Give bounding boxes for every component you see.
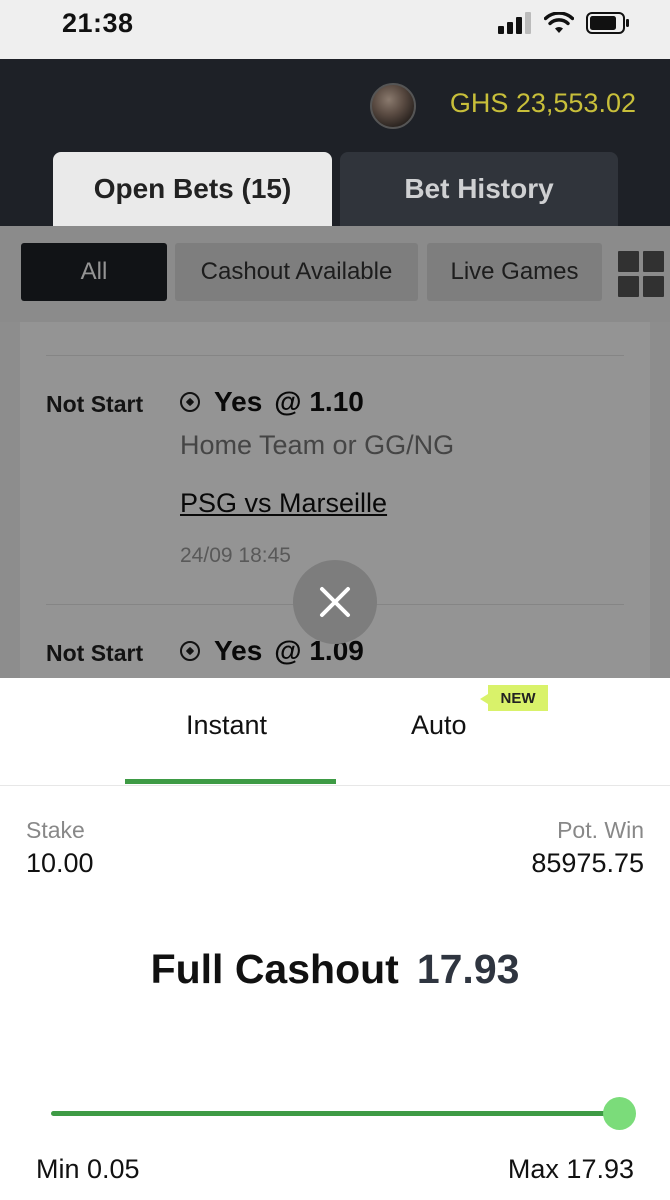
- status-time: 21:38: [62, 8, 134, 38]
- tab-open-bets[interactable]: Open Bets (15): [53, 152, 332, 226]
- slider-max-label: Max 17.93: [507, 1154, 634, 1184]
- account-balance: GHS 23,553.02: [449, 88, 636, 118]
- close-button[interactable]: [293, 560, 377, 644]
- cellular-signal-icon: [498, 12, 531, 34]
- cashout-slider-handle[interactable]: [603, 1097, 636, 1130]
- pot-win-value: 85975.75: [531, 848, 644, 878]
- user-avatar-icon[interactable]: [370, 83, 416, 129]
- tab-bet-history[interactable]: Bet History: [340, 152, 618, 226]
- tab-auto[interactable]: Auto: [411, 710, 467, 741]
- slider-min-label: Min 0.05: [36, 1154, 140, 1184]
- wifi-icon: [544, 12, 574, 33]
- status-bar: 21:38: [0, 0, 670, 59]
- active-tab-indicator: [125, 779, 336, 784]
- full-cashout-amount: 17.93: [416, 946, 520, 992]
- stake-value: 10.00: [26, 848, 94, 878]
- divider: [0, 785, 670, 786]
- full-cashout-heading: Full Cashout 17.93: [0, 946, 670, 993]
- tab-instant[interactable]: Instant: [186, 710, 267, 741]
- full-cashout-label: Full Cashout: [150, 946, 399, 992]
- app-header: GHS 23,553.02 Open Bets (15) Bet History: [0, 59, 670, 226]
- new-badge: NEW: [480, 685, 548, 711]
- close-icon: [320, 587, 350, 617]
- cashout-slider-track[interactable]: [51, 1111, 621, 1116]
- stake-label: Stake: [26, 817, 85, 843]
- status-icons: [498, 12, 630, 34]
- cashout-sheet: Instant Auto NEW Stake 10.00 Pot. Win 85…: [0, 678, 670, 1200]
- battery-icon: [586, 12, 629, 34]
- pot-win-label: Pot. Win: [557, 817, 644, 843]
